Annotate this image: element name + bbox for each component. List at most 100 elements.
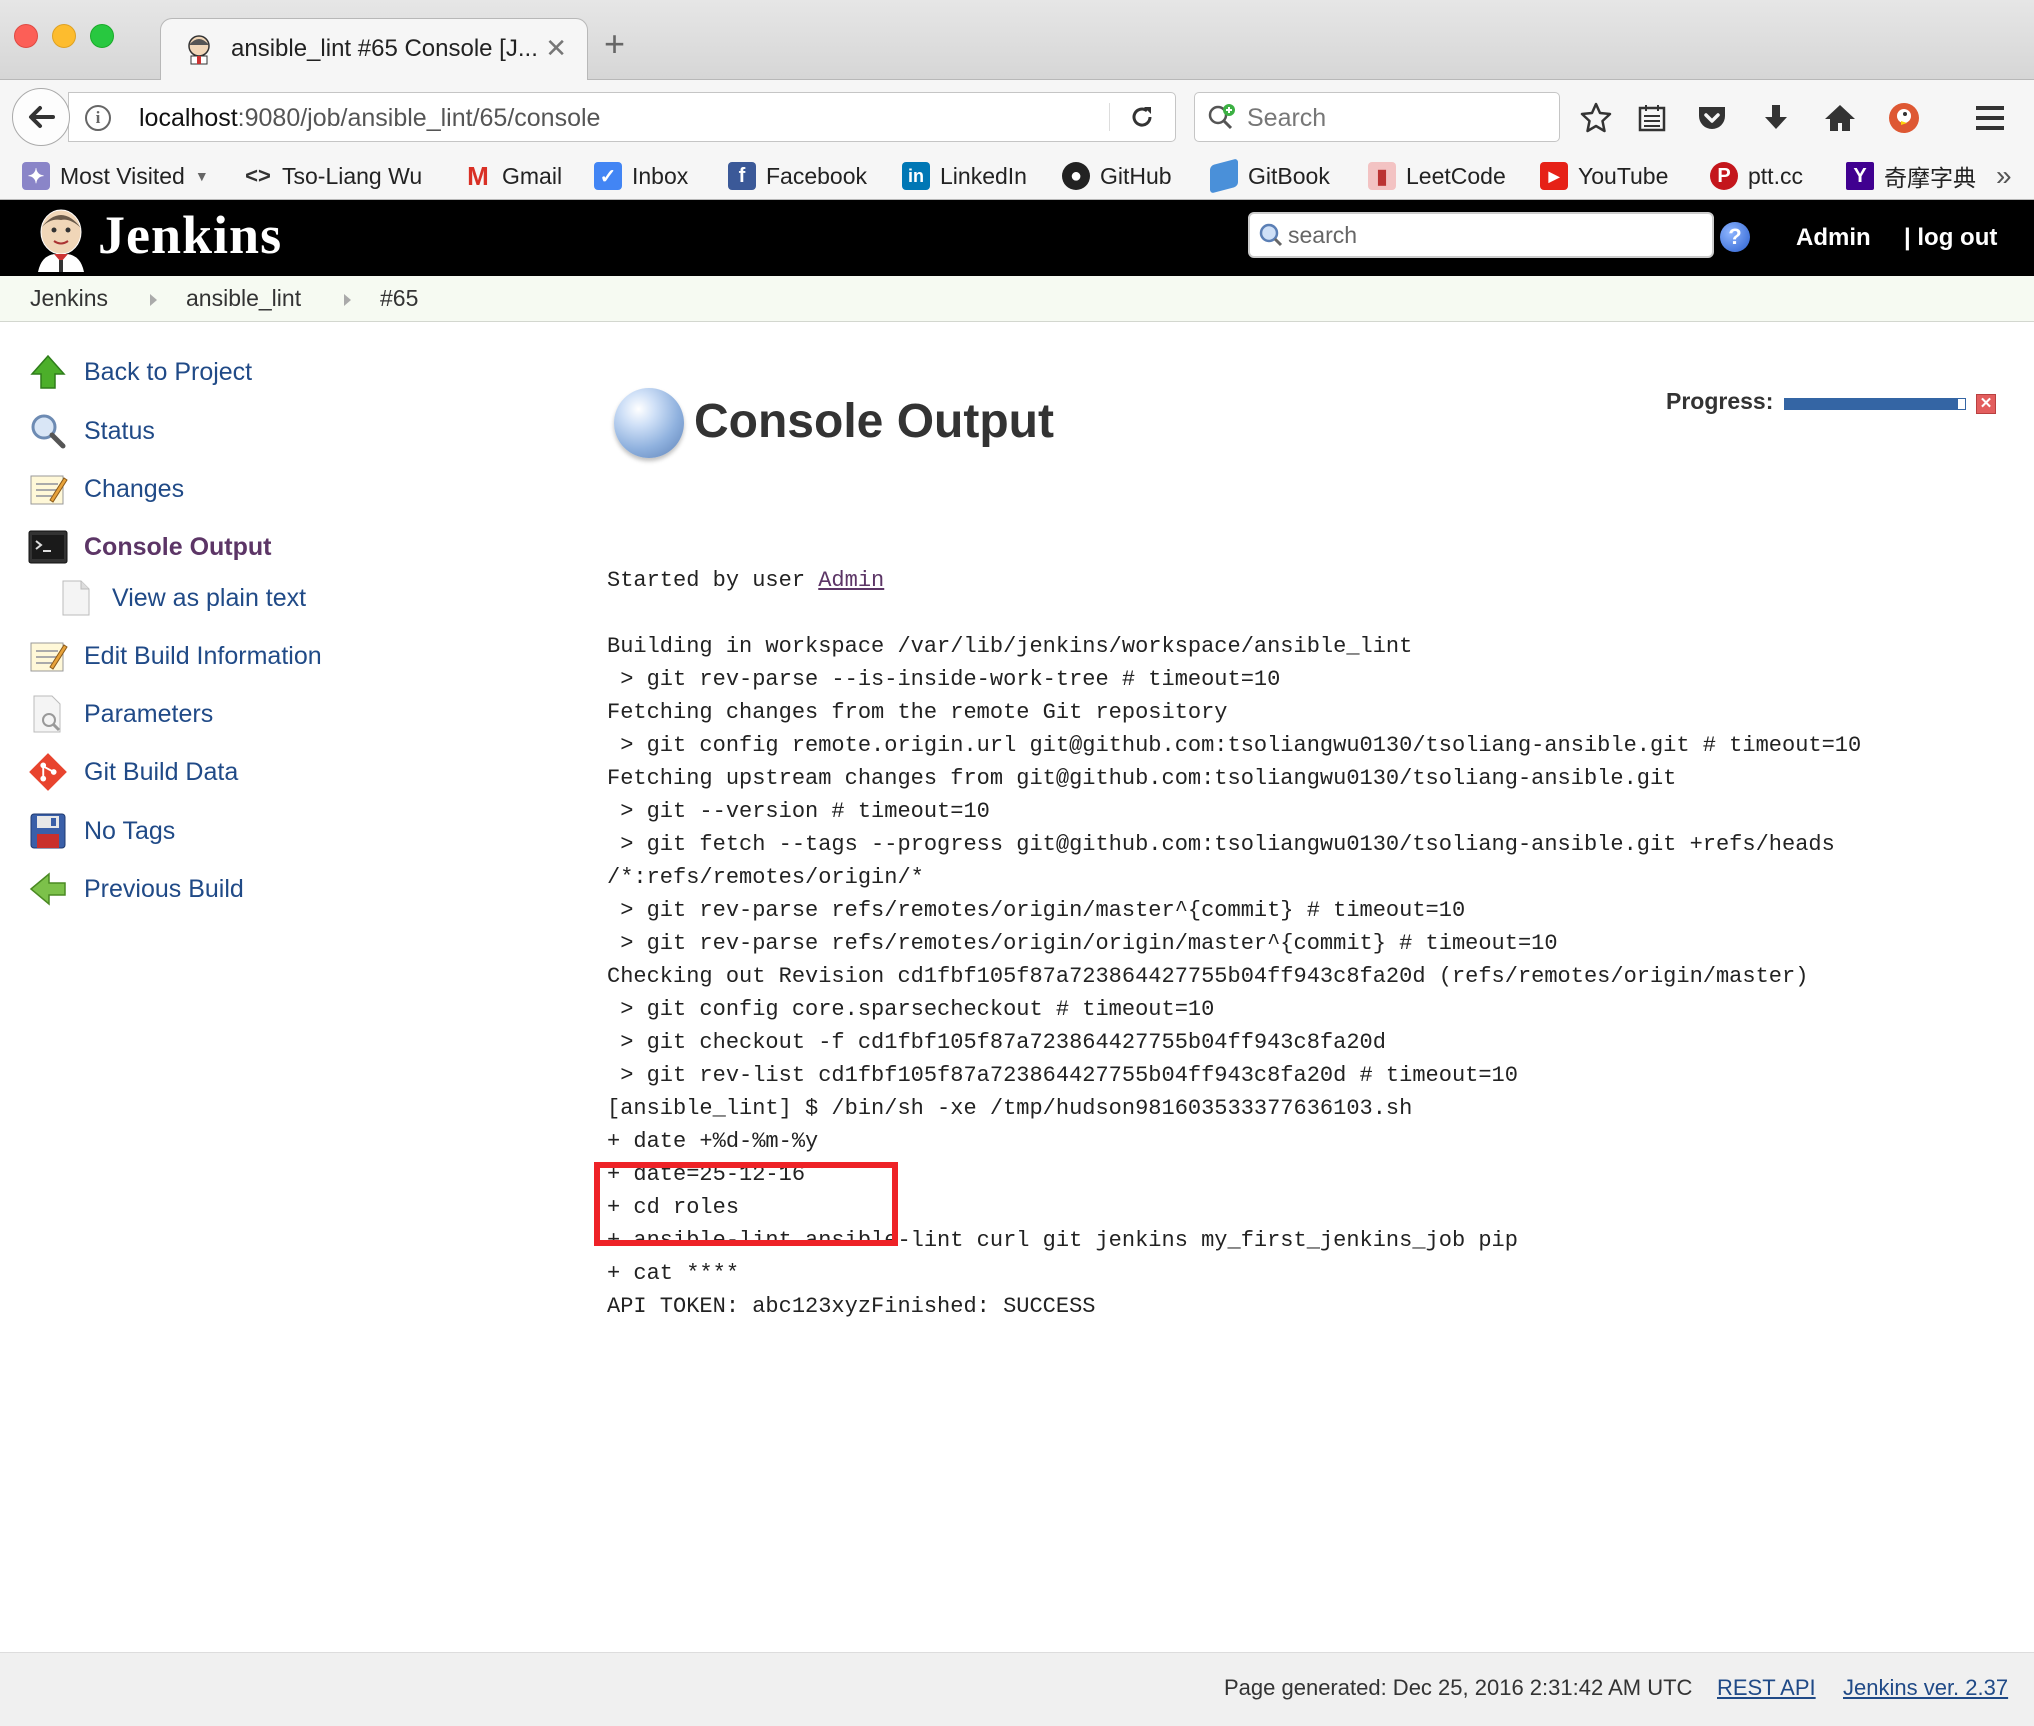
console-line-text: Started by user (607, 568, 819, 593)
yahoo-icon: Y (1846, 162, 1874, 190)
git-icon (28, 752, 68, 792)
stop-build-icon[interactable]: ✕ (1976, 394, 1996, 414)
bookmark-facebook[interactable]: f Facebook (728, 160, 867, 192)
most-visited-icon: ✦ (22, 162, 50, 190)
bookmark-yahoo-dictionary[interactable]: Y 奇摩字典 (1846, 160, 1976, 192)
jenkins-butler-icon[interactable] (30, 206, 92, 272)
home-icon[interactable] (1822, 100, 1858, 136)
console-line: Started by user Admin (607, 564, 1861, 597)
task-back-to-project[interactable]: Back to Project (28, 352, 252, 392)
task-console-output[interactable]: Console Output (28, 527, 271, 567)
pocket-icon[interactable] (1694, 100, 1730, 136)
task-label: Console Output (84, 532, 272, 561)
tab-close-icon[interactable]: ✕ (545, 33, 567, 64)
bookmark-most-visited[interactable]: ✦ Most Visited ▼ (22, 160, 209, 192)
bookmark-gmail[interactable]: M Gmail (464, 160, 562, 192)
new-tab-button[interactable]: + (604, 26, 625, 62)
leetcode-icon: ▮ (1368, 162, 1396, 190)
reading-list-icon[interactable] (1634, 100, 1670, 136)
jenkins-search-input[interactable]: search (1248, 212, 1714, 258)
reload-icon[interactable] (1109, 103, 1173, 131)
youtube-icon: ▶ (1540, 162, 1568, 190)
url-bar[interactable]: i localhost:9080/job/ansible_lint/65/con… (68, 92, 1176, 142)
bookmark-leetcode[interactable]: ▮ LeetCode (1368, 160, 1506, 192)
floppy-icon (28, 811, 68, 851)
breadcrumb-build[interactable]: #65 (380, 285, 418, 312)
inbox-icon: ✓ (594, 162, 622, 190)
document-search-icon (28, 694, 68, 734)
site-info-icon[interactable]: i (85, 105, 111, 131)
url-text[interactable]: localhost:9080/job/ansible_lint/65/conso… (139, 104, 600, 133)
jenkins-version-link[interactable]: Jenkins ver. 2.37 (1843, 1675, 2008, 1701)
task-view-plain-text[interactable]: View as plain text (56, 578, 306, 618)
download-icon[interactable] (1758, 100, 1794, 136)
bookmarks-overflow-icon[interactable]: » (1996, 160, 2012, 192)
rest-api-link[interactable]: REST API (1717, 1675, 1816, 1701)
url-host: localhost (139, 104, 238, 132)
terminal-icon (28, 527, 68, 567)
breadcrumb-job[interactable]: ansible_lint (186, 285, 301, 312)
bookmark-inbox[interactable]: ✓ Inbox (594, 160, 688, 192)
linkedin-icon: in (902, 162, 930, 190)
bookmark-github[interactable]: ● GitHub (1062, 160, 1172, 192)
browser-search-placeholder: Search (1247, 104, 1327, 132)
console-line: > git config core.sparsecheckout # timeo… (607, 997, 1215, 1022)
task-label: Back to Project (84, 357, 253, 386)
task-git-build-data[interactable]: Git Build Data (28, 752, 238, 792)
window-minimize-button[interactable] (52, 24, 76, 48)
console-line: > git config remote.origin.url git@githu… (607, 733, 1862, 758)
logout-link[interactable]: | log out (1904, 224, 1997, 252)
task-no-tags[interactable]: No Tags (28, 811, 175, 851)
bookmark-star-icon[interactable] (1578, 100, 1614, 136)
magnifier-icon (28, 411, 68, 451)
task-status[interactable]: Status (28, 411, 155, 451)
jenkins-header: Jenkins search ? Admin | log out (0, 200, 2034, 276)
task-label: Changes (84, 474, 185, 503)
help-icon[interactable]: ? (1720, 222, 1750, 252)
search-icon (1208, 104, 1235, 130)
browser-nav-bar: i localhost:9080/job/ansible_lint/65/con… (0, 80, 2034, 152)
bookmark-gitbook[interactable]: GitBook (1210, 158, 1330, 194)
bookmark-label: Inbox (632, 162, 689, 189)
window-zoom-button[interactable] (90, 24, 114, 48)
bookmark-label: Most Visited (60, 162, 185, 189)
console-line: > git checkout -f cd1fbf105f87a723864427… (607, 1030, 1386, 1055)
bookmark-youtube[interactable]: ▶ YouTube (1540, 160, 1668, 192)
task-label: Status (84, 416, 155, 445)
menu-icon[interactable] (1972, 100, 2008, 136)
breadcrumb-separator-icon (344, 294, 351, 306)
console-line: Fetching upstream changes from git@githu… (607, 766, 1677, 791)
duckduckgo-icon[interactable] (1886, 100, 1922, 136)
github-icon: ● (1062, 162, 1090, 190)
bookmark-label: GitBook (1248, 162, 1330, 189)
task-previous-build[interactable]: Previous Build (28, 869, 244, 909)
user-link[interactable]: Admin (1796, 224, 1871, 252)
task-label: No Tags (84, 816, 176, 845)
breadcrumb-jenkins[interactable]: Jenkins (30, 285, 108, 312)
bookmark-ptt[interactable]: P ptt.cc (1710, 160, 1803, 192)
bookmark-linkedin[interactable]: in LinkedIn (902, 160, 1027, 192)
started-by-user-link[interactable]: Admin (818, 568, 884, 593)
footer: Page generated: Dec 25, 2016 2:31:42 AM … (0, 1652, 2034, 1726)
document-icon (56, 578, 96, 618)
breadcrumb: Jenkins ansible_lint #65 (0, 276, 2034, 322)
task-edit-build-information[interactable]: Edit Build Information (28, 636, 322, 676)
task-label: Previous Build (84, 874, 244, 903)
console-line: [ansible_lint] $ /bin/sh -xe /tmp/hudson… (607, 1096, 1413, 1121)
tab-title: ansible_lint #65 Console [J... (231, 35, 538, 62)
console-line: > git rev-parse refs/remotes/origin/mast… (607, 898, 1466, 923)
browser-tab-active[interactable]: ansible_lint #65 Console [J... ✕ (160, 18, 588, 82)
bookmark-tso-liang-wu[interactable]: <> Tso-Liang Wu (244, 160, 422, 192)
jenkins-logo-text[interactable]: Jenkins (98, 204, 282, 266)
notepad-icon (28, 469, 68, 509)
browser-search-bar[interactable]: Search (1194, 92, 1560, 142)
console-line: /*:refs/remotes/origin/* (607, 865, 924, 890)
window-close-button[interactable] (14, 24, 38, 48)
task-parameters[interactable]: Parameters (28, 694, 213, 734)
chevron-down-icon: ▼ (194, 168, 209, 184)
left-arrow-icon (28, 869, 68, 909)
search-icon (1259, 223, 1283, 247)
back-button[interactable] (12, 88, 70, 146)
bookmark-label: Facebook (766, 162, 868, 189)
task-changes[interactable]: Changes (28, 469, 184, 509)
